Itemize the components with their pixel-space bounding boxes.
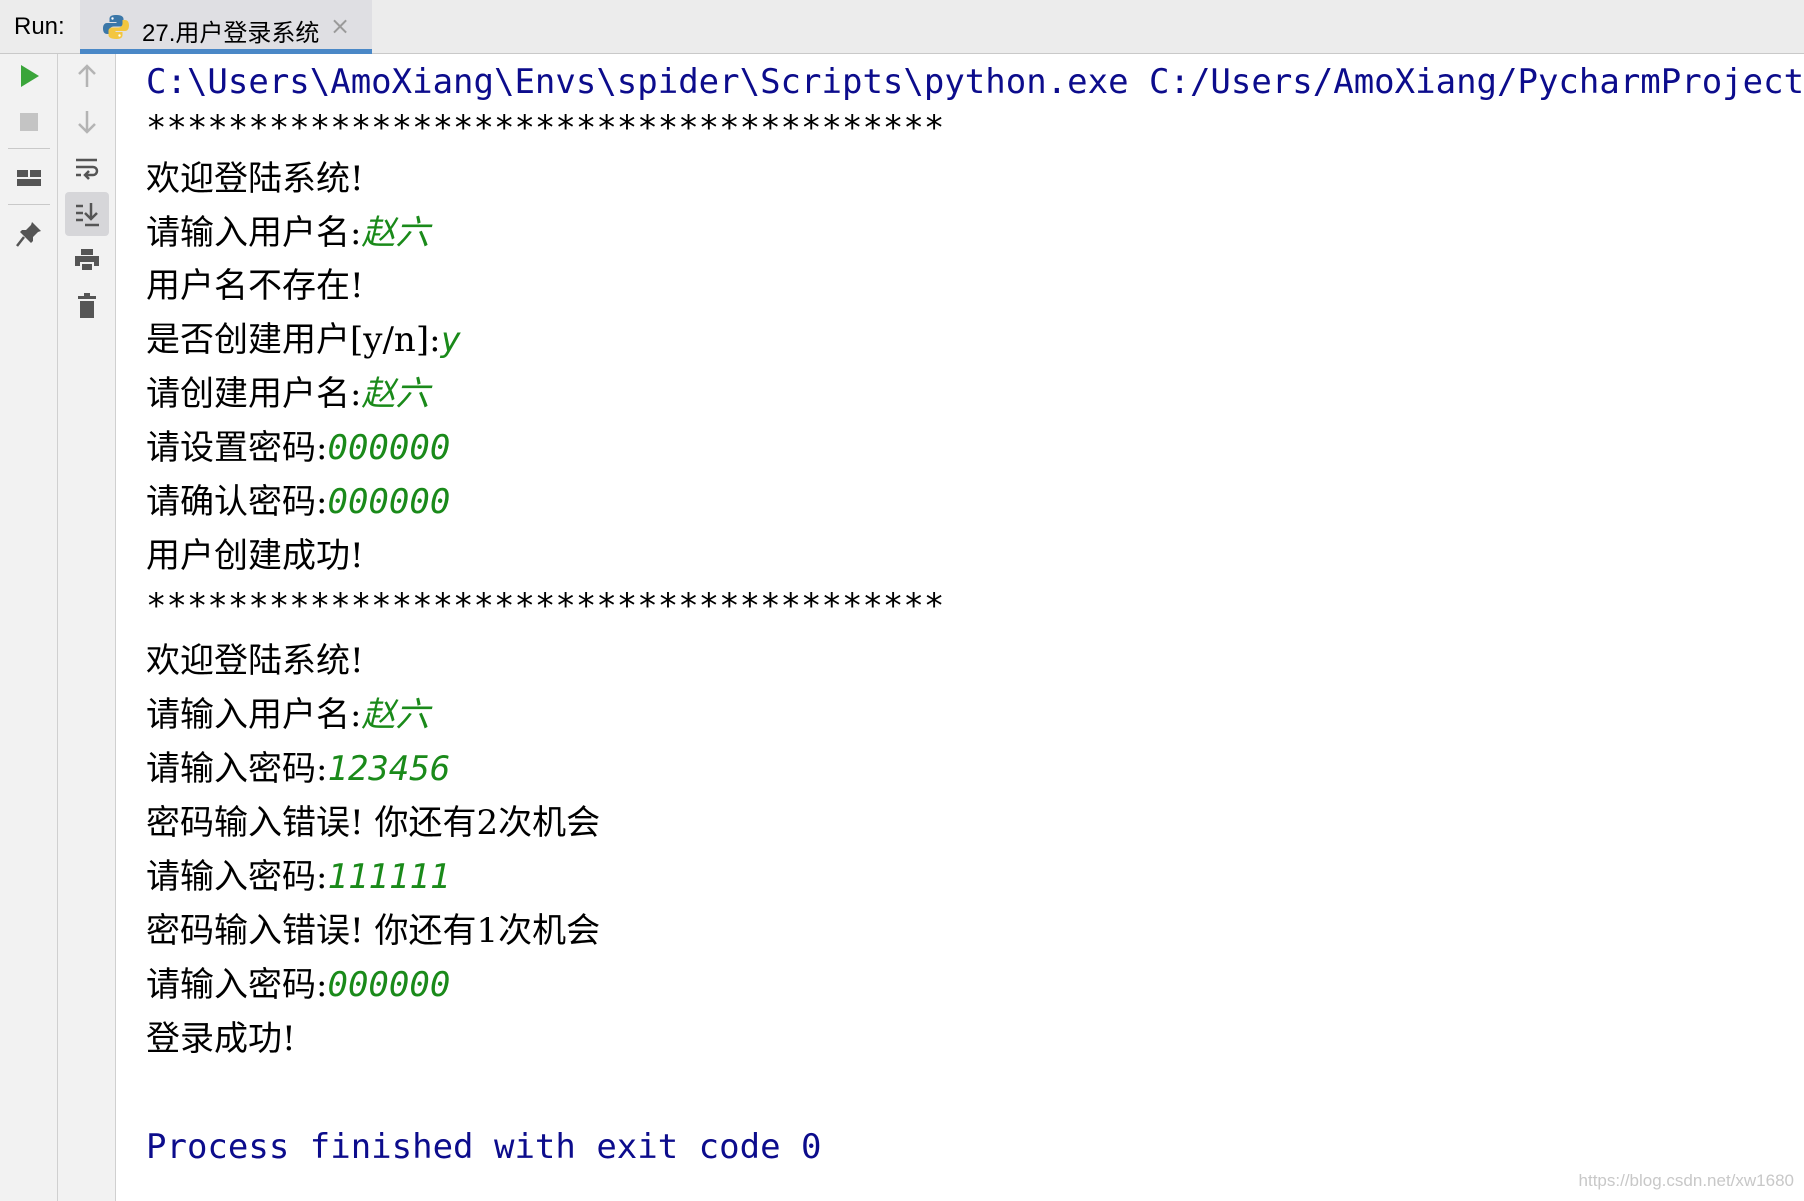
confirm-password-input: 000000 [327, 482, 451, 522]
password-prompt: 请输入密码: [146, 749, 328, 789]
password-prompt-line: 请输入密码:123456 [146, 747, 450, 791]
scroll-to-end-button[interactable] [65, 192, 109, 236]
python-icon [102, 13, 130, 45]
password-prompt-line: 请输入密码:000000 [146, 963, 450, 1007]
welcome-message: 欢迎登陆系统! [146, 641, 364, 681]
trash-icon [78, 293, 96, 318]
run-toolbar-primary [0, 54, 58, 1201]
user-not-exist-message: 用户名不存在! [146, 266, 364, 306]
scroll-to-end-icon [76, 203, 99, 227]
run-tab-title: 27.用户登录系统 [142, 20, 320, 47]
run-toolbar-secondary [58, 54, 116, 1201]
login-success-message: 登录成功! [146, 1019, 296, 1059]
run-label: Run: [14, 13, 65, 40]
soft-wrap-icon [76, 158, 99, 180]
username-prompt: 请输入用户名: [146, 213, 362, 253]
console-output[interactable]: C:\Users\AmoXiang\Envs\spider\Scripts\py… [116, 54, 1804, 1201]
clear-button[interactable] [65, 284, 109, 328]
pin-button[interactable] [7, 212, 51, 256]
layout-button[interactable] [7, 156, 51, 200]
create-input: y [440, 320, 462, 360]
run-button[interactable] [7, 54, 51, 98]
run-icon [21, 65, 39, 87]
soft-wrap-button[interactable] [65, 146, 109, 190]
exit-message: Process finished with exit code 0 [146, 1127, 822, 1167]
password-input: 000000 [327, 965, 451, 1005]
separator-line: *************************************** [146, 586, 945, 626]
arrow-up-icon [78, 64, 96, 87]
create-username-prompt: 请创建用户名: [146, 374, 362, 414]
print-icon [75, 249, 99, 272]
set-password-line: 请设置密码:000000 [146, 426, 450, 470]
command-line: C:\Users\AmoXiang\Envs\spider\Scripts\py… [146, 62, 1804, 102]
set-password-input: 000000 [327, 428, 451, 468]
password-error-message: 密码输入错误! 你还有1次机会 [146, 911, 601, 951]
username-input: 赵六 [361, 695, 430, 735]
username-input: 赵六 [361, 213, 430, 253]
create-prompt-line: 是否创建用户[y/n]:y [146, 318, 461, 362]
create-success-message: 用户创建成功! [146, 536, 364, 576]
pin-icon [16, 222, 41, 247]
watermark: https://blog.csdn.net/xw1680 [1578, 1171, 1794, 1190]
run-tab[interactable]: 27.用户登录系统 × [80, 0, 372, 54]
set-password-prompt: 请设置密码: [146, 428, 328, 468]
password-error-message: 密码输入错误! 你还有2次机会 [146, 803, 601, 843]
arrow-down-icon [78, 111, 96, 134]
username-prompt-line: 请输入用户名:赵六 [146, 211, 429, 255]
layout-icon [17, 170, 41, 186]
create-username-line: 请创建用户名:赵六 [146, 372, 429, 416]
password-prompt: 请输入密码: [146, 965, 328, 1005]
confirm-password-line: 请确认密码:000000 [146, 480, 450, 524]
password-prompt-line: 请输入密码:111111 [146, 855, 450, 899]
create-username-input: 赵六 [361, 374, 430, 414]
create-prompt: 是否创建用户[y/n]: [146, 320, 441, 360]
password-input: 111111 [327, 857, 451, 897]
username-prompt-line: 请输入用户名:赵六 [146, 693, 429, 737]
welcome-message: 欢迎登陆系统! [146, 159, 364, 199]
next-button[interactable] [65, 100, 109, 144]
stop-icon [20, 113, 38, 131]
password-prompt: 请输入密码: [146, 857, 328, 897]
run-tabbar: Run: 27.用户登录系统 × [0, 0, 1804, 54]
previous-button[interactable] [65, 54, 109, 98]
username-prompt: 请输入用户名: [146, 695, 362, 735]
print-button[interactable] [65, 238, 109, 282]
password-input: 123456 [327, 749, 451, 789]
close-icon[interactable]: × [330, 12, 350, 40]
stop-button[interactable] [7, 100, 51, 144]
confirm-password-prompt: 请确认密码: [146, 482, 328, 522]
separator-line: *************************************** [146, 108, 945, 148]
